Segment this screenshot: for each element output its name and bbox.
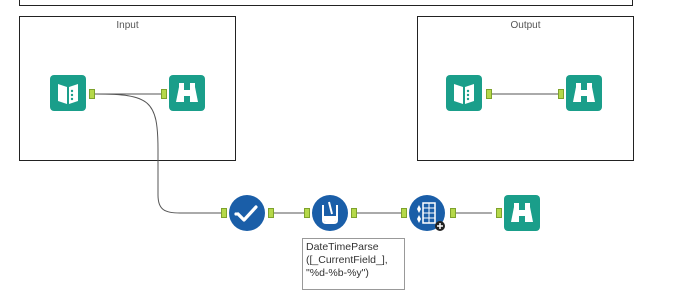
input-anchor[interactable] xyxy=(304,208,310,218)
output-anchor[interactable] xyxy=(351,208,357,218)
checkmark-icon xyxy=(229,195,265,231)
annotation-line-3: "%d-%b-%y") xyxy=(306,267,369,279)
book-icon xyxy=(446,75,482,111)
multi-formula-icon xyxy=(409,195,445,231)
output-anchor[interactable] xyxy=(486,89,492,99)
workflow-canvas[interactable]: Input Output DateTimeParse ([_CurrentFie… xyxy=(0,0,693,304)
binoculars-icon xyxy=(169,75,205,111)
browse-tool-input[interactable] xyxy=(169,75,205,111)
input-anchor[interactable] xyxy=(558,89,564,99)
input-anchor[interactable] xyxy=(161,89,167,99)
binoculars-icon xyxy=(504,195,540,231)
browse-tool-output[interactable] xyxy=(566,75,602,111)
binoculars-icon xyxy=(566,75,602,111)
formula-tool[interactable] xyxy=(312,195,348,231)
browse-tool-final[interactable] xyxy=(504,195,540,231)
input-anchor[interactable] xyxy=(496,208,502,218)
formula-annotation: DateTimeParse ([_CurrentField_], "%d-%b-%y… xyxy=(302,238,405,290)
input-data-tool[interactable] xyxy=(50,75,86,111)
multi-field-formula-tool[interactable] xyxy=(409,195,445,231)
annotation-line-1: DateTimeParse xyxy=(306,241,379,253)
output-data-tool[interactable] xyxy=(446,75,482,111)
beaker-icon xyxy=(312,195,348,231)
input-anchor[interactable] xyxy=(221,208,227,218)
annotation-line-2: ([_CurrentField_], xyxy=(306,254,388,266)
output-anchor[interactable] xyxy=(89,89,95,99)
output-anchor[interactable] xyxy=(450,208,456,218)
book-icon xyxy=(50,75,86,111)
input-anchor[interactable] xyxy=(401,208,407,218)
select-tool[interactable] xyxy=(229,195,265,231)
output-anchor[interactable] xyxy=(268,208,274,218)
